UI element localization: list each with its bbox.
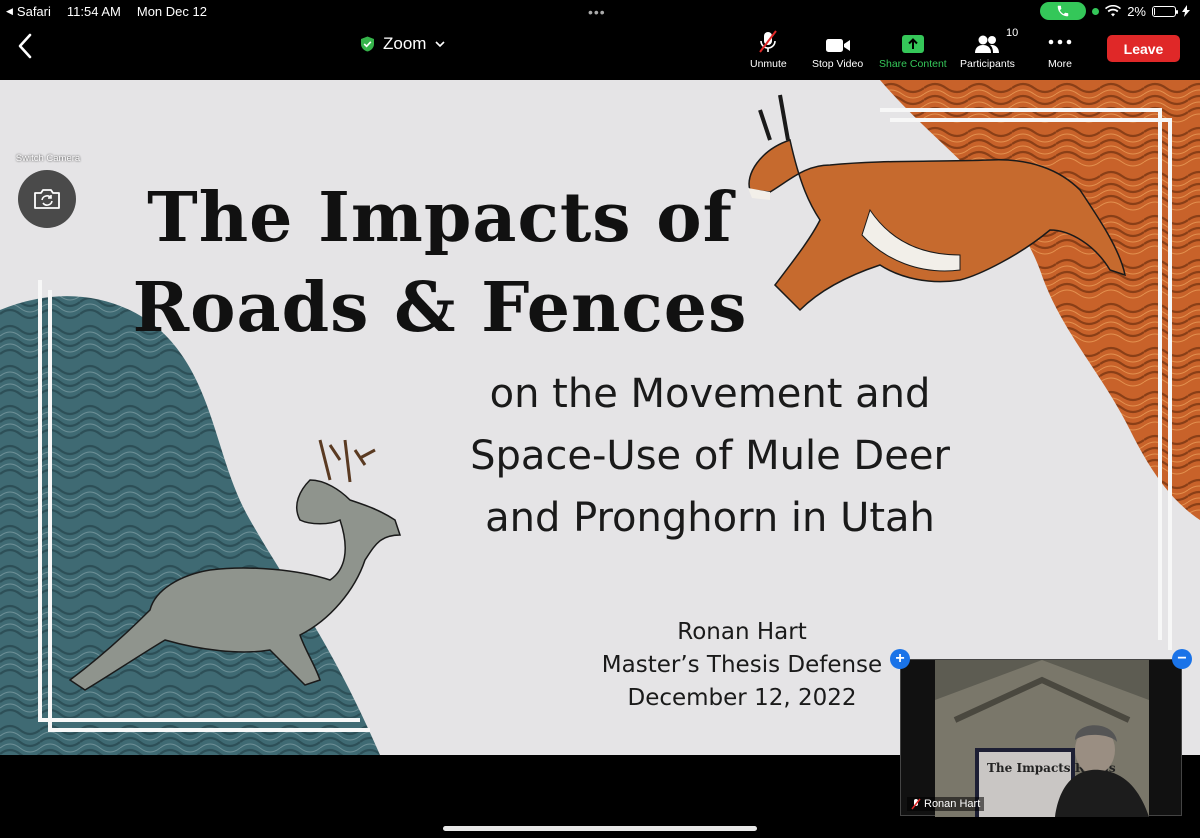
switch-camera-label: Switch Camera [15, 153, 81, 164]
mic-in-use-indicator [1092, 7, 1100, 15]
slide-author-block: Ronan Hart Master’s Thesis Defense Decem… [560, 616, 924, 715]
switch-camera-icon [34, 189, 60, 209]
back-to-app-link[interactable]: ◀ Safari [6, 4, 51, 19]
self-video-scene: The Impacts Roads [935, 660, 1149, 817]
muted-mic-icon [911, 798, 921, 810]
status-date: Mon Dec 12 [136, 4, 207, 19]
share-content-button[interactable]: Share Content [879, 30, 947, 70]
microphone-muted-icon [759, 30, 778, 53]
multitasking-dots-icon[interactable]: ••• [588, 4, 606, 20]
battery-icon [1152, 5, 1178, 17]
slide-title-line-1: The Impacts of [147, 178, 733, 258]
status-bar: ◀ Safari 11:54 AM Mon Dec 12 ••• 2% [0, 0, 1200, 24]
back-triangle-icon: ◀ [6, 6, 13, 16]
participants-icon [975, 35, 1000, 53]
charging-bolt-icon [1182, 5, 1190, 17]
wifi-icon [1105, 5, 1122, 17]
slide-date: December 12, 2022 [627, 685, 857, 711]
battery-percent: 2% [1127, 3, 1146, 19]
back-button[interactable] [14, 32, 36, 60]
meeting-info-button[interactable]: Zoom [360, 34, 446, 54]
slide-author-name: Ronan Hart [677, 619, 807, 645]
stop-video-label: Stop Video [812, 58, 864, 70]
participants-count: 10 [1006, 27, 1019, 39]
slide-subtitle: on the Movement and Space-Use of Mule De… [380, 363, 1040, 549]
self-view-name-tag: Ronan Hart [907, 797, 985, 811]
minus-icon: − [1177, 650, 1187, 667]
expand-video-button[interactable]: + [890, 649, 910, 669]
slide-subtitle-line-1: on the Movement and [489, 371, 931, 417]
back-app-label: Safari [16, 4, 51, 19]
active-call-pill[interactable] [1040, 2, 1087, 20]
more-dots-icon [1048, 39, 1072, 45]
meeting-title: Zoom [383, 34, 427, 53]
battery-fill [1154, 7, 1155, 15]
shared-slide: The Impacts of Roads & Fences on the Mov… [0, 80, 1200, 755]
slide-event: Master’s Thesis Defense [601, 652, 883, 678]
video-camera-icon [825, 39, 850, 52]
self-video-feed: The Impacts Roads [935, 660, 1149, 817]
switch-camera-button[interactable] [18, 170, 76, 228]
home-indicator[interactable] [443, 826, 757, 831]
more-label: More [1048, 58, 1072, 70]
zoom-toolbar: Zoom Unmute Stop Video Share Content Par… [0, 24, 1200, 80]
status-time: 11:54 AM [66, 4, 121, 19]
share-content-label: Share Content [879, 58, 947, 70]
slide-title: The Impacts of Roads & Fences [100, 173, 780, 353]
more-button[interactable]: More [1048, 30, 1072, 70]
shield-check-icon [361, 36, 374, 52]
chevron-down-icon [435, 41, 446, 48]
slide-subtitle-line-3: and Pronghorn in Utah [485, 495, 935, 541]
self-view-name: Ronan Hart [924, 798, 981, 810]
teal-swirl-art [0, 296, 380, 755]
phone-icon [1057, 5, 1069, 17]
slide-title-line-2: Roads & Fences [132, 268, 748, 348]
unmute-label: Unmute [750, 58, 787, 70]
stop-video-button[interactable]: Stop Video [812, 30, 863, 70]
share-arrow-icon [901, 35, 924, 53]
minimize-video-button[interactable]: − [1172, 649, 1192, 669]
slide-subtitle-line-2: Space-Use of Mule Deer [470, 433, 950, 479]
self-video-thumbnail[interactable]: The Impacts Roads Ronan Hart [900, 659, 1182, 817]
chevron-left-icon [18, 33, 32, 59]
plus-icon: + [895, 650, 905, 667]
participants-label: Participants [960, 58, 1015, 70]
leave-button[interactable]: Leave [1107, 35, 1180, 62]
unmute-button[interactable]: Unmute [750, 30, 787, 70]
